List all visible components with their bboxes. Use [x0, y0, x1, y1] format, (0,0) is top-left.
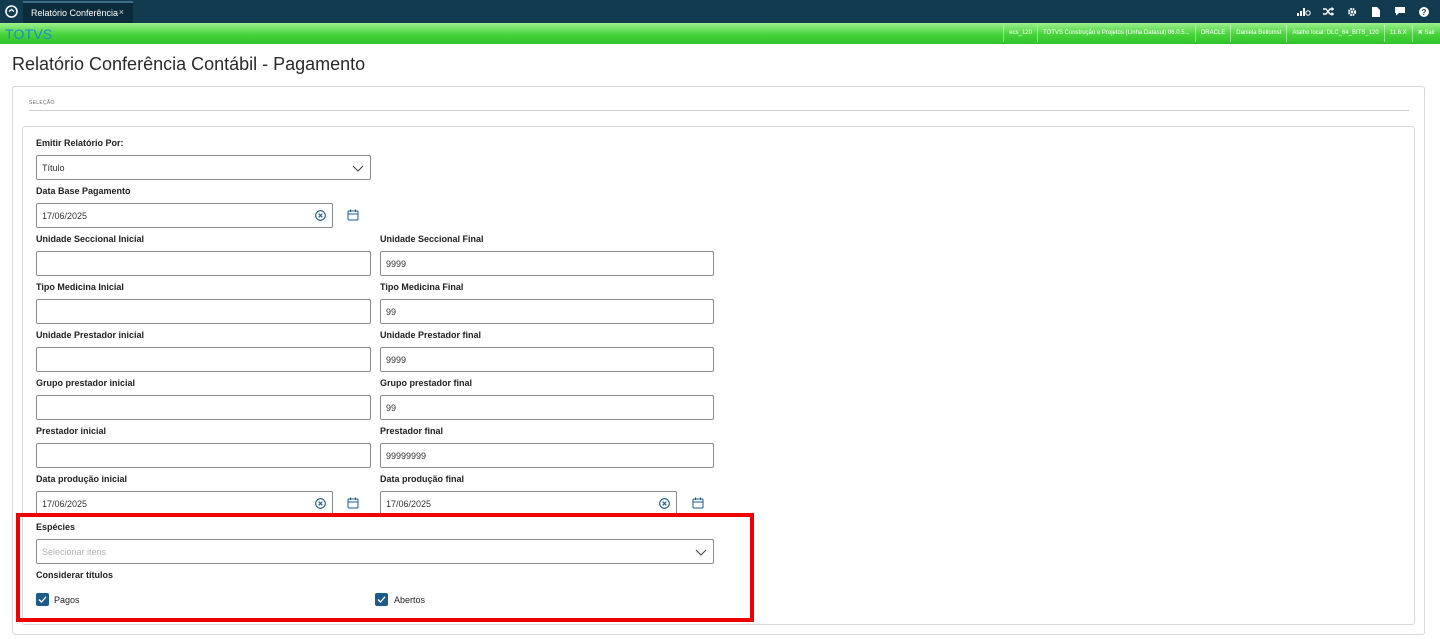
top-bar: Relatório Conferência × ? [0, 0, 1440, 23]
home-icon[interactable] [2, 2, 21, 21]
grupo-prestador-final-value: 99 [386, 402, 397, 413]
prestador-final-value: 99999999 [386, 450, 427, 461]
unidade-seccional-final-label: Unidade Seccional Final [380, 234, 484, 244]
unidade-prestador-final-input[interactable]: 9999 [380, 347, 714, 372]
calendar-icon[interactable] [692, 497, 704, 509]
tipo-medicina-inicial-input[interactable] [36, 299, 371, 324]
unidade-prestador-inicial-input[interactable] [36, 347, 371, 372]
page-title: Relatório Conferência Contábil - Pagamen… [12, 54, 366, 74]
document-icon[interactable] [1364, 0, 1388, 23]
clear-icon[interactable] [315, 210, 326, 221]
calendar-icon[interactable] [347, 497, 359, 509]
tipo-medicina-inicial-label: Tipo Medicina Inicial [36, 282, 124, 292]
prestador-final-input[interactable]: 99999999 [380, 443, 714, 468]
data-base-input[interactable]: 17/06/2025 [36, 203, 333, 228]
env-item-product: TOTVS Construção e Projetos (Linha Datas… [1036, 25, 1195, 42]
unidade-prestador-final-label: Unidade Prestador final [380, 330, 482, 340]
unidade-prestador-inicial-label: Unidade Prestador inicial [36, 330, 145, 340]
chevron-down-icon [352, 165, 364, 172]
emitir-select[interactable]: Título [36, 155, 371, 180]
grupo-prestador-inicial-label: Grupo prestador inicial [36, 378, 136, 388]
prestador-inicial-label: Prestador inicial [36, 426, 107, 436]
clear-icon[interactable] [659, 498, 670, 509]
emitir-value: Título [42, 162, 65, 173]
unidade-seccional-inicial-input[interactable] [36, 251, 371, 276]
unidade-seccional-final-input[interactable]: 9999 [380, 251, 714, 276]
data-producao-inicial-label: Data produção inicial [36, 474, 128, 484]
grupo-prestador-inicial-input[interactable] [36, 395, 371, 420]
prestador-final-label: Prestador final [380, 426, 444, 436]
clear-icon[interactable] [315, 498, 326, 509]
tab-close-icon[interactable]: × [119, 7, 124, 17]
env-item-database: ecs_120 [1003, 25, 1037, 42]
chat-icon[interactable] [1388, 0, 1412, 23]
prestador-inicial-input[interactable] [36, 443, 371, 468]
tipo-medicina-final-label: Tipo Medicina Final [380, 282, 464, 292]
environment-info: ecs_120 TOTVS Construção e Projetos (Lin… [1003, 25, 1440, 42]
emitir-label: Emitir Relatório Por: [36, 138, 124, 148]
env-item-shortcut: Atalho local: DLC_64_BITS_120 [1286, 25, 1383, 42]
settings-icon[interactable] [1340, 0, 1364, 23]
svg-text:?: ? [1422, 8, 1427, 17]
grupo-prestador-final-input[interactable]: 99 [380, 395, 714, 420]
unidade-seccional-final-value: 9999 [386, 258, 407, 269]
logout-link[interactable]: ✖ Sair [1411, 25, 1440, 42]
tab-label: Relatório Conferência [31, 8, 119, 18]
data-base-value: 17/06/2025 [42, 210, 88, 221]
data-base-label: Data Base Pagamento [36, 186, 131, 196]
grupo-prestador-final-label: Grupo prestador final [380, 378, 473, 388]
brand-logo: TOTVS [5, 26, 53, 42]
env-item-version: 11.6.X [1383, 25, 1412, 42]
top-icons: ? [1292, 0, 1436, 23]
section-label: SELEÇÃO [29, 100, 55, 106]
env-item-user: Daniela Bellomst [1230, 25, 1286, 42]
tipo-medicina-final-input[interactable]: 99 [380, 299, 714, 324]
help-icon[interactable]: ? [1412, 0, 1436, 23]
signal-icon[interactable] [1292, 0, 1316, 23]
calendar-icon[interactable] [347, 209, 359, 221]
environment-bar: TOTVS ecs_120 TOTVS Construção e Projeto… [0, 23, 1440, 44]
highlight-box [16, 513, 754, 622]
section-divider [29, 110, 1409, 111]
unidade-prestador-final-value: 9999 [386, 354, 407, 365]
unidade-seccional-inicial-label: Unidade Seccional Inicial [36, 234, 145, 244]
data-producao-final-label: Data produção final [380, 474, 465, 484]
tipo-medicina-final-value: 99 [386, 306, 397, 317]
tab-relatorio-conferencia[interactable]: Relatório Conferência × [23, 1, 133, 23]
shuffle-icon[interactable] [1316, 0, 1340, 23]
env-item-dbms: ORACLE [1194, 25, 1231, 42]
data-producao-inicial-value: 17/06/2025 [42, 498, 88, 509]
data-producao-final-value: 17/06/2025 [386, 498, 432, 509]
